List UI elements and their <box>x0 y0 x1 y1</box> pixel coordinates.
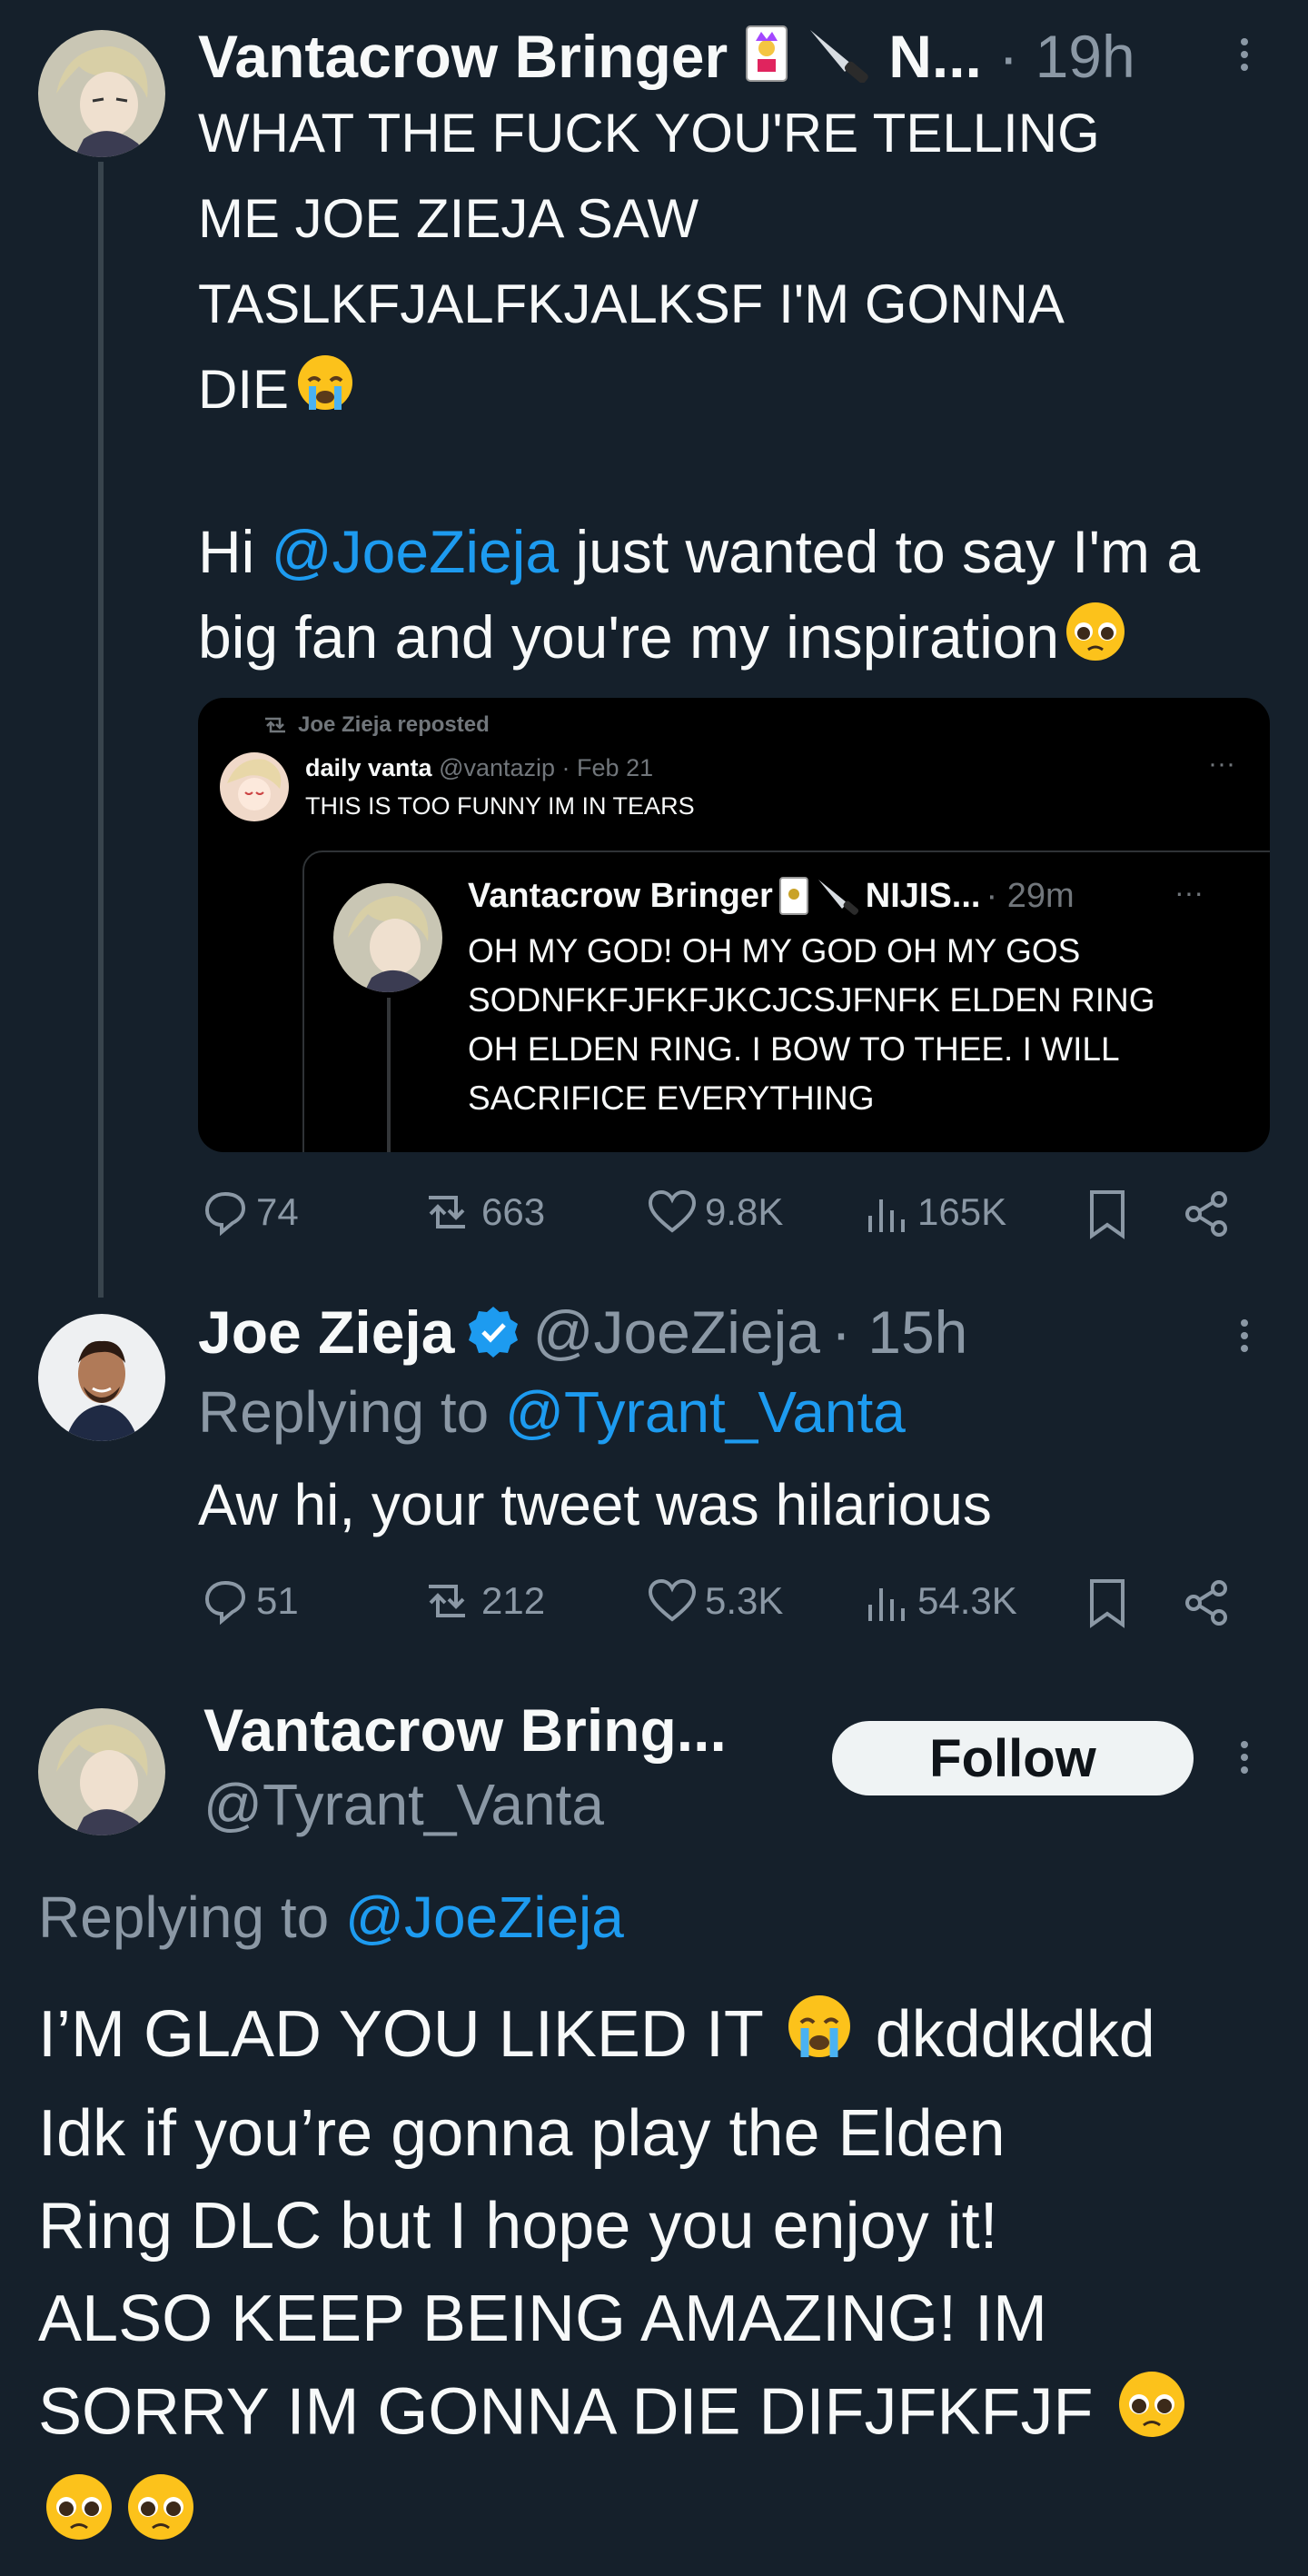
pleading-face-icon <box>120 2468 202 2571</box>
knife-icon-small <box>818 880 858 915</box>
quoted-text: OH MY GOD! OH MY GOD OH MY GOS SODNFKFJF… <box>468 932 1155 1117</box>
avatar-quoted-vantacrow <box>333 883 442 992</box>
tweet2-author-name[interactable]: Joe Zieja <box>198 1296 454 1368</box>
verified-badge-icon <box>469 1307 519 1358</box>
embed-header: daily vanta @vantazip · Feb 21 <box>305 754 654 781</box>
tweet3-replying-to: Replying to @JoeZieja <box>38 1885 624 1950</box>
quoted-header: Vantacrow Bringer NIJIS... · 29m <box>468 876 1075 915</box>
reply-button[interactable]: 74 <box>202 1189 299 1236</box>
tweet1-text-body: Hi @JoeZieja just wanted to say I'm a bi… <box>198 509 1200 688</box>
pleading-face-icon <box>38 2468 120 2571</box>
reply-button[interactable]: 51 <box>202 1577 299 1625</box>
tweet1-text: WHAT THE FUCK YOU'RE TELLING ME JOE ZIEJ… <box>198 91 1100 438</box>
tweet3-handle[interactable]: @Tyrant_Vanta <box>203 1768 604 1841</box>
avatar-joe-zieja[interactable] <box>38 1314 165 1441</box>
avatar-daily-vanta <box>220 752 289 821</box>
more-icon[interactable] <box>1239 1314 1250 1358</box>
repost-button[interactable]: 663 <box>420 1189 545 1236</box>
replying-to-link[interactable]: @Tyrant_Vanta <box>505 1379 906 1445</box>
bookmark-button[interactable] <box>1086 1577 1135 1628</box>
tweet3-text: I’M GLAD YOU LIKED IT dkddkdkd Idk if yo… <box>38 1988 1193 2571</box>
share-button[interactable] <box>1181 1577 1239 1628</box>
tweet2-actions: 51 212 5.3K 54.3K <box>198 1577 1243 1632</box>
tweet2-text: Aw hi, your tweet was hilarious <box>198 1472 992 1537</box>
like-button[interactable]: 5.3K <box>647 1577 783 1625</box>
embed-more-icon: ··· <box>1208 749 1235 779</box>
repost-indicator: Joe Zieja reposted <box>262 712 490 738</box>
quoted-tweet: Vantacrow Bringer NIJIS... · 29m ··· OH … <box>302 850 1270 1152</box>
share-button[interactable] <box>1181 1189 1239 1239</box>
bookmark-icon <box>1090 1579 1125 1628</box>
reply-icon <box>204 1191 246 1236</box>
repost-button[interactable]: 212 <box>420 1577 545 1625</box>
views-button[interactable]: 165K <box>863 1189 1006 1236</box>
share-icon <box>1185 1580 1227 1626</box>
follow-button[interactable]: Follow <box>832 1721 1194 1795</box>
tweet3-author-name[interactable]: Vantacrow Bring... <box>203 1694 727 1766</box>
like-button[interactable]: 9.8K <box>647 1189 783 1236</box>
pleading-face-icon <box>1059 597 1132 688</box>
bookmark-button[interactable] <box>1086 1189 1135 1239</box>
repost-icon <box>265 717 285 733</box>
replying-to-link[interactable]: @JoeZieja <box>345 1885 624 1950</box>
tweet2-header: Joe Zieja @JoeZieja · 15h <box>198 1296 967 1368</box>
tweet1-actions: 74 663 9.8K 165K <box>198 1189 1243 1243</box>
more-icon[interactable] <box>1239 33 1250 76</box>
joker-card-icon <box>745 25 788 98</box>
pleading-face-icon <box>1111 2365 1193 2468</box>
tweet2-replying-to: Replying to @Tyrant_Vanta <box>198 1379 906 1445</box>
embed-text: THIS IS TOO FUNNY IM IN TEARS <box>305 792 695 820</box>
knife-icon <box>805 25 872 98</box>
reply-icon <box>204 1580 246 1625</box>
crying-face-icon <box>289 350 362 438</box>
thread-connector <box>98 162 104 1298</box>
views-button[interactable]: 54.3K <box>863 1577 1017 1625</box>
share-icon <box>1185 1191 1227 1237</box>
more-icon[interactable] <box>1239 1736 1250 1779</box>
views-icon <box>868 1588 905 1621</box>
tweet1-author-name[interactable]: Vantacrow Bringer N... · 19h <box>198 20 1135 98</box>
like-icon <box>648 1189 697 1233</box>
avatar-vantacrow[interactable] <box>38 30 165 157</box>
like-icon <box>648 1578 697 1622</box>
avatar-vantacrow-focused[interactable] <box>38 1708 165 1835</box>
repost-icon <box>429 1585 465 1617</box>
card-icon <box>778 877 808 915</box>
views-icon <box>868 1199 905 1232</box>
mention-link[interactable]: @JoeZieja <box>272 518 559 585</box>
bookmark-icon <box>1090 1190 1125 1239</box>
embedded-screenshot[interactable]: Joe Zieja reposted daily vanta @vantazip… <box>198 698 1270 1152</box>
crying-face-icon <box>781 1990 857 2087</box>
quoted-thread-line <box>387 998 391 1152</box>
repost-icon <box>429 1196 465 1228</box>
quoted-more-icon: ··· <box>1174 876 1204 909</box>
